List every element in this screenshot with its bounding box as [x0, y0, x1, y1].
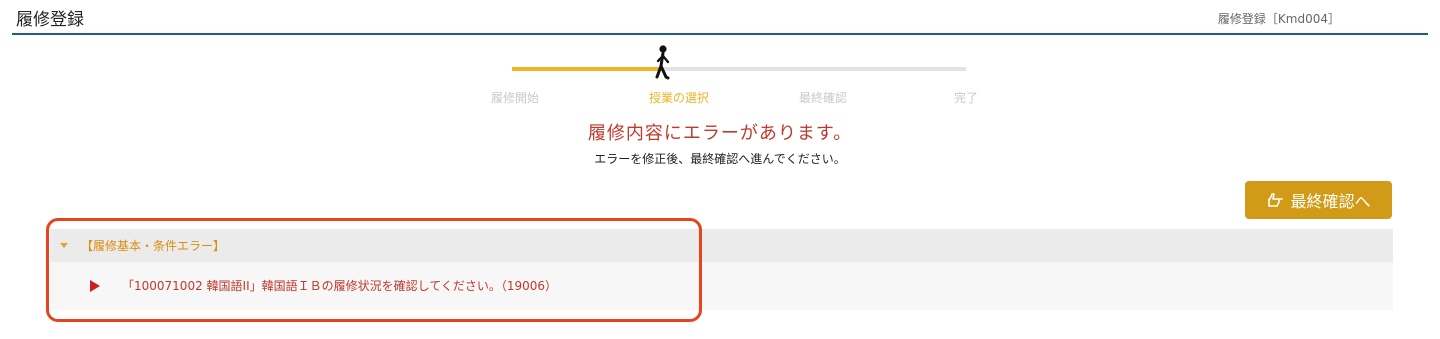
triangle-bullet-icon: [90, 279, 100, 292]
final-confirm-label: 最終確認へ: [1290, 192, 1371, 211]
error-item: 「100071002 韓国語II」韓国語ＩＢの履修状況を確認してください。（19…: [90, 277, 557, 294]
walking-person-icon: [655, 45, 670, 80]
progress-fill: [512, 67, 662, 71]
step-start: 履修開始: [490, 91, 540, 105]
pointing-hand-icon: [1268, 193, 1284, 207]
error-item-text: 「100071002 韓国語II」韓国語ＩＢの履修状況を確認してください。（19…: [122, 279, 558, 293]
progress-stepper: 履修開始 授業の選択 最終確認 完了: [0, 0, 1440, 110]
step-final-confirm: 最終確認: [798, 91, 848, 105]
step-select-courses: 授業の選択: [648, 91, 710, 105]
error-panel-body: 「100071002 韓国語II」韓国語ＩＢの履修状況を確認してください。（19…: [50, 262, 1393, 310]
error-panel-title: 【履修基本・条件エラー】: [81, 239, 226, 253]
final-confirm-button[interactable]: 最終確認へ: [1245, 181, 1392, 219]
caret-down-icon: [60, 243, 68, 248]
error-panel-header[interactable]: 【履修基本・条件エラー】: [50, 229, 1393, 262]
error-message-subtitle: エラーを修正後、最終確認へ進んでください。: [594, 152, 846, 166]
error-message-title: 履修内容にエラーがあります。: [587, 123, 853, 144]
step-complete: 完了: [953, 91, 979, 105]
